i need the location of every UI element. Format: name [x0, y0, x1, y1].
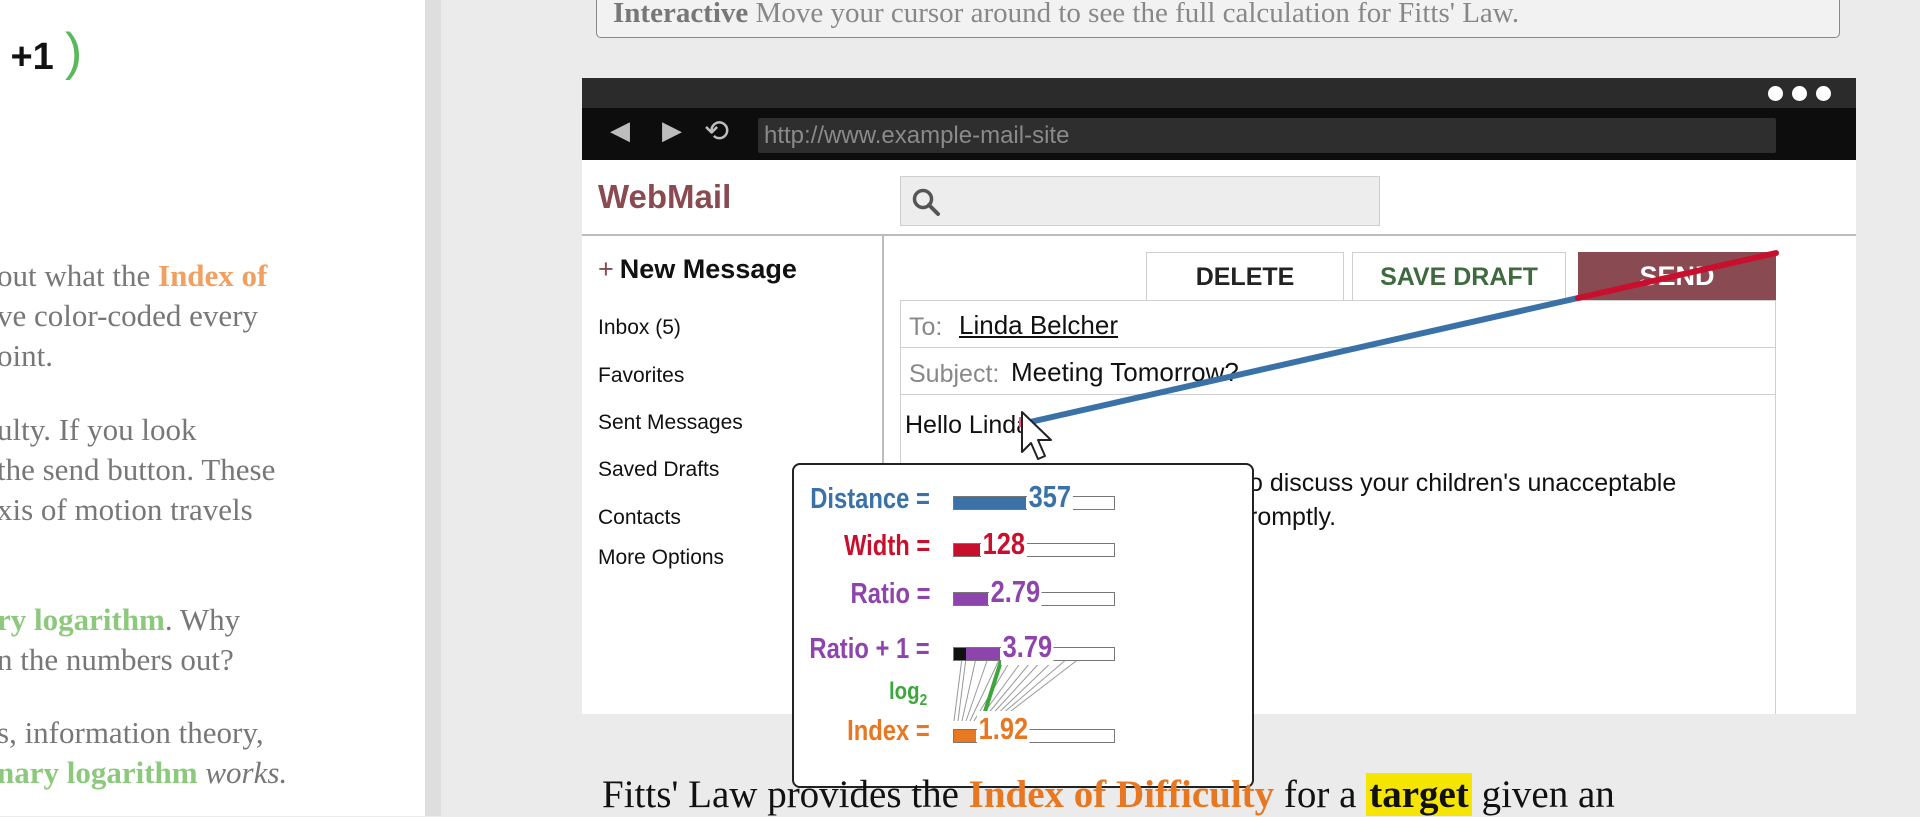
column-divider	[425, 0, 441, 816]
paragraph-4-line-2: nary logarithm works.	[0, 753, 287, 793]
formula-fragment: ) +1 )	[0, 22, 82, 82]
fitts-calculation-tooltip: Distance = 357 Width = 128 Ratio = 2.79 …	[792, 463, 1254, 788]
term-index-of: Index of	[158, 258, 268, 293]
ratio-plus-one-value: 3.79	[1001, 629, 1054, 665]
save-draft-button[interactable]: SAVE DRAFT	[1352, 252, 1566, 300]
ratio-label: Ratio =	[850, 578, 930, 610]
width-bar	[953, 543, 1115, 557]
term-target[interactable]: target	[1366, 773, 1472, 816]
width-label: Width =	[843, 530, 930, 562]
distance-value: 357	[1027, 479, 1073, 515]
delete-button[interactable]: DELETE	[1146, 252, 1344, 300]
term-binary-logarithm-2: nary logarithm	[0, 755, 198, 790]
formula-close-paren: )	[64, 23, 83, 81]
plus-icon: +	[598, 254, 614, 284]
window-dot-icon[interactable]	[1816, 86, 1831, 101]
subject-field[interactable]: Subject: Meeting Tomorrow?	[901, 348, 1775, 395]
sidebar-item-sent-messages[interactable]: Sent Messages	[598, 411, 743, 435]
width-bar-fill	[954, 544, 980, 556]
formula-plus-one: +1	[10, 36, 54, 78]
paragraph-2-line-2: the send button. These	[0, 452, 276, 487]
width-value: 128	[981, 526, 1027, 562]
ratio-value: 2.79	[989, 574, 1042, 610]
body-greeting: Hello Linda	[905, 411, 1031, 439]
ratio-bar-fill	[954, 593, 988, 605]
window-dot-icon[interactable]	[1768, 86, 1783, 101]
paragraph-3-line-2: n the numbers out?	[0, 642, 234, 677]
new-message-label: New Message	[619, 254, 797, 284]
callout-text: Move your cursor around to see the full …	[748, 0, 1520, 29]
term-binary-logarithm: ry logarithm	[0, 602, 165, 637]
subject-value[interactable]: Meeting Tomorrow?	[1011, 357, 1239, 388]
paragraph-2-line-1: ulty. If you look	[0, 412, 197, 447]
browser-title-bar	[582, 78, 1856, 108]
webmail-logo: WebMail	[598, 178, 732, 215]
browser-nav-bar: ◀ ▶ ⟲ http://www.example-mail-site	[582, 108, 1856, 160]
paragraph-1-line-3: oint.	[0, 338, 53, 373]
reload-icon[interactable]: ⟲	[704, 114, 729, 149]
sidebar-item-contacts[interactable]: Contacts	[598, 506, 681, 530]
article-left-column: ) +1 ) out what the Index of ve color-co…	[0, 0, 425, 816]
window-dot-icon[interactable]	[1792, 86, 1807, 101]
sidebar-item-favorites[interactable]: Favorites	[598, 364, 684, 388]
new-message-button[interactable]: + New Message	[598, 254, 797, 285]
sidebar-item-more-options[interactable]: More Options	[598, 546, 724, 570]
sidebar-item-inbox[interactable]: Inbox (5)	[598, 316, 681, 340]
paragraph-2-line-3: xis of motion travels	[0, 492, 253, 527]
index-label: Index =	[847, 715, 930, 747]
plus-one-segment	[954, 648, 966, 660]
index-value: 1.92	[977, 711, 1030, 747]
term-index-of-difficulty[interactable]: Index of Difficulty	[969, 773, 1275, 816]
sidebar-item-saved-drafts[interactable]: Saved Drafts	[598, 458, 719, 482]
interactive-callout: Interactive Move your cursor around to s…	[596, 0, 1840, 38]
distance-bar-fill	[954, 497, 1026, 509]
fitts-law-sentence: Fitts' Law provides the Index of Difficu…	[602, 773, 1615, 816]
paragraph-4-line-1: s, information theory,	[0, 715, 264, 750]
to-recipient[interactable]: Linda Belcher	[959, 310, 1118, 341]
paragraph-1-line-1: out what the Index of	[0, 258, 268, 293]
to-field[interactable]: To: Linda Belcher	[901, 301, 1775, 348]
log2-label: log2	[889, 678, 928, 709]
body-line-1: o discuss your children's unacceptable	[1249, 469, 1677, 497]
callout-label: Interactive	[613, 0, 749, 29]
index-bar-fill	[954, 730, 976, 742]
ratio-plus-one-label: Ratio + 1 =	[809, 633, 930, 665]
search-input[interactable]	[900, 176, 1380, 226]
search-icon	[912, 188, 940, 216]
mail-header: WebMail	[582, 160, 1856, 236]
send-button[interactable]: SEND	[1578, 252, 1776, 300]
paragraph-3-line-1: ry logarithm. Why	[0, 600, 240, 640]
subject-label: Subject:	[909, 360, 1000, 388]
back-arrow-icon[interactable]: ◀	[610, 116, 630, 146]
body-line-2: romptly.	[1249, 503, 1337, 531]
distance-label: Distance =	[810, 483, 930, 515]
address-bar[interactable]: http://www.example-mail-site	[758, 118, 1776, 153]
forward-arrow-icon[interactable]: ▶	[662, 116, 682, 146]
to-label: To:	[909, 313, 943, 341]
paragraph-1-line-2: ve color-coded every	[0, 298, 259, 333]
